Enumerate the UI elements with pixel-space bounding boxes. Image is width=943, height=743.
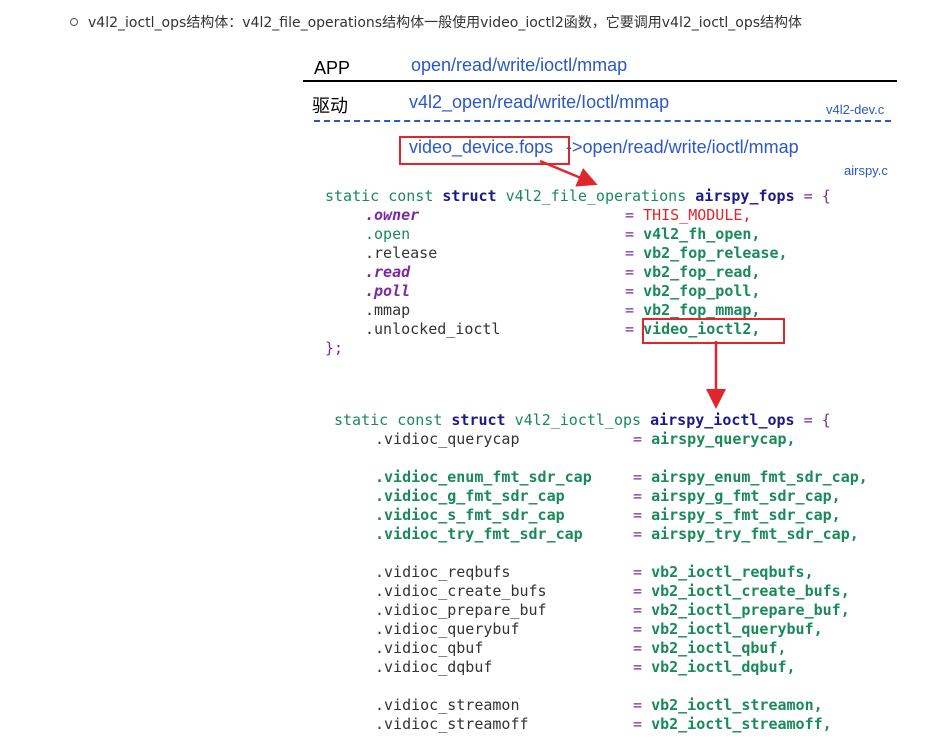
code-field: .release (365, 244, 438, 262)
ioctl-field: .vidioc_reqbufs (375, 563, 510, 582)
ioctl-field: .vidioc_try_fmt_sdr_cap (375, 525, 583, 544)
ioctl-field: .vidioc_querybuf (375, 620, 520, 639)
fops-value: = vb2_fop_poll, (625, 282, 761, 300)
code-field: .vidioc_try_fmt_sdr_cap (375, 525, 583, 543)
code-struct-keyword: struct (451, 411, 506, 429)
ioctl-field: .vidioc_s_fmt_sdr_cap (375, 506, 565, 525)
fops-value: = vb2_fop_release, (625, 244, 788, 262)
ioctl-value: = vb2_ioctl_create_bufs, (633, 582, 850, 600)
code-field: .vidioc_querybuf (375, 620, 520, 638)
code-value: vb2_ioctl_streamoff, (651, 715, 832, 733)
fops-value: = vb2_fop_read, (625, 263, 761, 281)
ioctl-field: .vidioc_create_bufs (375, 582, 547, 601)
code-value: vb2_fop_release, (643, 244, 788, 262)
code-value: vb2_ioctl_prepare_buf, (651, 601, 850, 619)
ioctl-value: = airspy_enum_fmt_sdr_cap, (633, 468, 868, 486)
fops-close-brace: }; (325, 339, 344, 357)
ioctl-value: = airspy_g_fmt_sdr_cap, (633, 487, 841, 505)
code-field: .vidioc_s_fmt_sdr_cap (375, 506, 565, 524)
ioctl-value: = airspy_querycap, (633, 430, 796, 448)
fops-field: .read (365, 263, 410, 282)
ioctl-value: = airspy_s_fmt_sdr_cap, (633, 506, 841, 524)
ioctl-field: .vidioc_dqbuf (375, 658, 492, 677)
code-value: airspy_g_fmt_sdr_cap, (651, 487, 841, 505)
code-value: vb2_ioctl_create_bufs, (651, 582, 850, 600)
code-field: .vidioc_streamon (375, 696, 520, 714)
fops-struct-header: static const struct v4l2_file_operations… (325, 187, 831, 206)
code-field: .vidioc_prepare_buf (375, 601, 547, 619)
code-field: .mmap (365, 301, 411, 319)
fops-field: .mmap (365, 301, 410, 320)
ioctl-field: .vidioc_qbuf (375, 639, 483, 658)
ioctl-value: = vb2_ioctl_reqbufs, (633, 563, 814, 581)
fops-field: .release (365, 244, 437, 263)
code-value: vb2_fop_read, (643, 263, 761, 281)
ioctl-value: = vb2_ioctl_streamoff, (633, 715, 832, 733)
ioctl-struct-header: static const struct v4l2_ioctl_ops airsp… (334, 411, 831, 430)
code-type: v4l2_file_operations (496, 187, 696, 205)
code-value: vb2_fop_poll, (643, 282, 761, 300)
code-field: .owner (365, 206, 420, 224)
code-struct-name: airspy_fops (695, 187, 795, 205)
ioctl-field: .vidioc_streamon (375, 696, 520, 715)
ioctl-field: .vidioc_g_fmt_sdr_cap (375, 487, 565, 506)
fops-value: = THIS_MODULE, (625, 206, 752, 224)
code-value: vb2_ioctl_querybuf, (651, 620, 823, 638)
arrow-fops-to-struct (539, 159, 598, 187)
ioctl-value: = vb2_ioctl_prepare_buf, (633, 601, 850, 619)
code-field: .vidioc_querycap (375, 430, 520, 448)
ioctl-field: .vidioc_enum_fmt_sdr_cap (375, 468, 592, 487)
code-field: .vidioc_g_fmt_sdr_cap (375, 487, 565, 505)
ioctl-field: .vidioc_querycap (375, 430, 520, 449)
fops-field: .poll (365, 282, 410, 301)
code-type: v4l2_ioctl_ops (505, 411, 651, 429)
ioctl-value: = vb2_ioctl_qbuf, (633, 639, 787, 657)
code-value: vb2_ioctl_dqbuf, (651, 658, 796, 676)
code-field: .vidioc_reqbufs (375, 563, 511, 581)
video-ioctl2-highlight-box (642, 318, 785, 344)
code-field: .vidioc_enum_fmt_sdr_cap (375, 468, 592, 486)
code-field: .read (365, 263, 411, 281)
code-field: .unlocked_ioctl (365, 320, 501, 338)
code-keyword: static const (325, 187, 443, 205)
ioctl-value: = airspy_try_fmt_sdr_cap, (633, 525, 859, 543)
code-value: vb2_ioctl_streamon, (651, 696, 823, 714)
code-struct-name: airspy_ioctl_ops (650, 411, 795, 429)
ioctl-value: = vb2_ioctl_streamon, (633, 696, 823, 714)
code-open-brace: = { (794, 187, 831, 205)
fops-field: .open (365, 225, 410, 244)
code-value: airspy_try_fmt_sdr_cap, (651, 525, 859, 543)
code-struct-keyword: struct (442, 187, 497, 205)
code-field: .vidioc_qbuf (375, 639, 484, 657)
ioctl-value: = vb2_ioctl_dqbuf, (633, 658, 796, 676)
architecture-diagram: APP open/read/write/ioctl/mmap 驱动 v4l2_o… (0, 0, 943, 743)
fops-value: = v4l2_fh_open, (625, 225, 761, 243)
code-value: airspy_enum_fmt_sdr_cap, (651, 468, 868, 486)
code-value: airspy_s_fmt_sdr_cap, (651, 506, 841, 524)
code-field: .vidioc_streamoff (375, 715, 529, 733)
code-value: THIS_MODULE, (643, 206, 752, 224)
fops-field: .unlocked_ioctl (365, 320, 500, 339)
code-value: v4l2_fh_open, (643, 225, 761, 243)
code-keyword: static const (334, 411, 452, 429)
code-value: vb2_ioctl_qbuf, (651, 639, 787, 657)
ioctl-value: = vb2_ioctl_querybuf, (633, 620, 823, 638)
ioctl-field: .vidioc_streamoff (375, 715, 529, 734)
code-field: .vidioc_dqbuf (375, 658, 493, 676)
code-field: .open (365, 225, 411, 243)
code-field: .vidioc_create_bufs (375, 582, 547, 600)
code-value: vb2_ioctl_reqbufs, (651, 563, 814, 581)
code-value: vb2_fop_mmap, (643, 301, 761, 319)
code-value: airspy_querycap, (651, 430, 796, 448)
code-field: .poll (365, 282, 411, 300)
fops-field-list: .owner (365, 206, 419, 225)
code-open-brace: = { (794, 411, 831, 429)
ioctl-field: .vidioc_prepare_buf (375, 601, 547, 620)
